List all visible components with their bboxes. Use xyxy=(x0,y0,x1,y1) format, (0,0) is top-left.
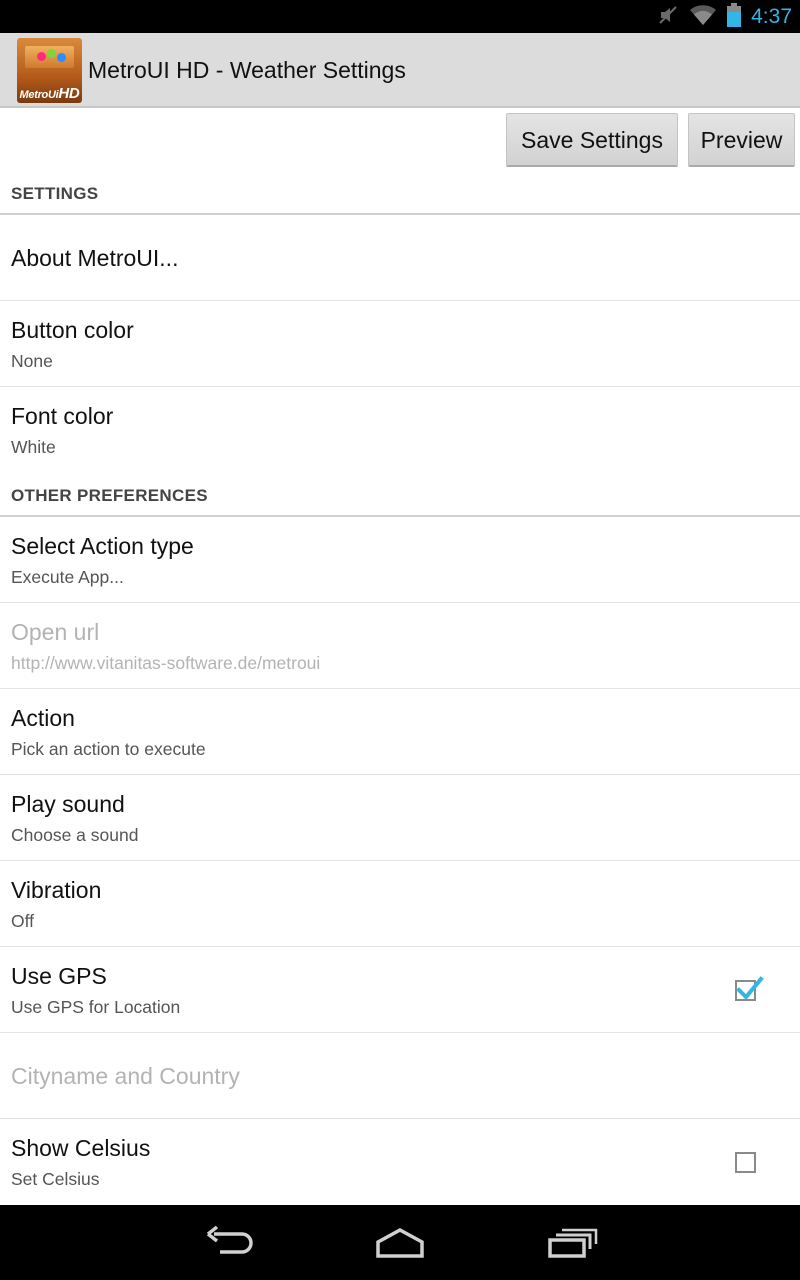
app-icon-dot xyxy=(57,53,66,62)
page-title: MetroUI HD - Weather Settings xyxy=(88,57,406,83)
pref-about[interactable]: About MetroUI... xyxy=(0,215,800,301)
pref-title: Show Celsius xyxy=(11,1135,151,1161)
category-other-preferences: OTHER PREFERENCES xyxy=(0,472,800,517)
pref-summary: Off xyxy=(11,911,35,931)
status-bar: 4:37 xyxy=(0,0,800,33)
pref-summary: Set Celsius xyxy=(11,1169,100,1189)
pref-title: About MetroUI... xyxy=(11,245,179,271)
home-icon[interactable] xyxy=(370,1224,430,1262)
app-icon-dot xyxy=(37,52,46,61)
app-icon[interactable]: MetroUiHD xyxy=(17,38,82,103)
show-celsius-checkbox[interactable] xyxy=(735,1152,756,1173)
pref-cityname-country: Cityname and Country xyxy=(0,1033,800,1119)
pref-play-sound[interactable]: Play sound Choose a sound xyxy=(0,775,800,861)
pref-title: Play sound xyxy=(11,791,125,817)
pref-show-celsius[interactable]: Show Celsius Set Celsius xyxy=(0,1119,800,1205)
pref-title: Action xyxy=(11,705,75,731)
pref-use-gps[interactable]: Use GPS Use GPS for Location xyxy=(0,947,800,1033)
preview-button[interactable]: Preview xyxy=(688,113,795,167)
category-settings: SETTINGS xyxy=(0,170,800,215)
pref-title: Open url xyxy=(11,619,100,645)
pref-title: Select Action type xyxy=(11,533,194,559)
pref-vibration[interactable]: Vibration Off xyxy=(0,861,800,947)
use-gps-checkbox[interactable] xyxy=(735,976,764,1001)
app-icon-dot xyxy=(47,49,56,58)
recent-apps-icon[interactable] xyxy=(542,1224,602,1262)
pref-title: Vibration xyxy=(11,877,102,903)
pref-summary: Use GPS for Location xyxy=(11,997,181,1017)
status-icons: 4:37 xyxy=(657,0,792,33)
app-icon-label: MetroUiHD xyxy=(19,85,80,102)
action-bar: MetroUiHD MetroUI HD - Weather Settings xyxy=(0,33,800,108)
category-header: OTHER PREFERENCES xyxy=(11,486,208,505)
pref-summary: White xyxy=(11,437,56,457)
pref-select-action-type[interactable]: Select Action type Execute App... xyxy=(0,517,800,603)
wifi-icon xyxy=(689,4,717,30)
pref-summary: None xyxy=(11,351,53,371)
pref-summary: Choose a sound xyxy=(11,825,139,845)
pref-font-color[interactable]: Font color White xyxy=(0,387,800,473)
pref-open-url: Open url http://www.vitanitas-software.d… xyxy=(0,603,800,689)
pref-button-color[interactable]: Button color None xyxy=(0,301,800,387)
mute-icon xyxy=(657,4,679,30)
pref-summary: Pick an action to execute xyxy=(11,739,206,759)
pref-summary: Execute App... xyxy=(11,567,124,587)
pref-summary: http://www.vitanitas-software.de/metroui xyxy=(11,653,321,673)
pref-title: Button color xyxy=(11,317,134,343)
pref-title: Cityname and Country xyxy=(11,1063,240,1089)
pref-title: Font color xyxy=(11,403,114,429)
navigation-bar xyxy=(0,1205,800,1280)
checkmark-icon xyxy=(736,976,764,1000)
back-icon[interactable] xyxy=(200,1224,260,1262)
battery-icon xyxy=(727,2,742,31)
save-settings-button[interactable]: Save Settings xyxy=(506,113,678,167)
pref-title: Use GPS xyxy=(11,963,107,989)
category-header: SETTINGS xyxy=(11,184,99,203)
pref-action[interactable]: Action Pick an action to execute xyxy=(0,689,800,775)
status-time: 4:37 xyxy=(751,4,792,28)
